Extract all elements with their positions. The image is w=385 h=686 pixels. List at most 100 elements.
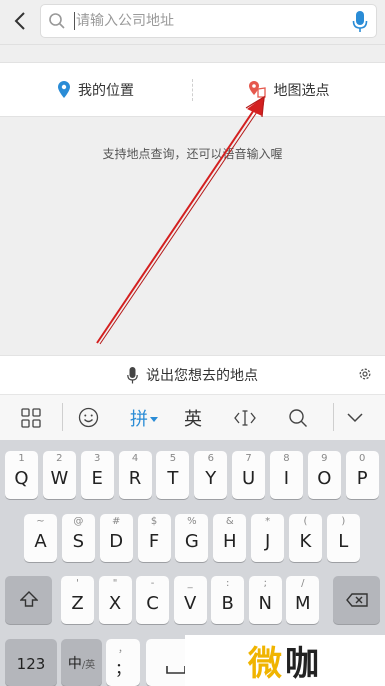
key-label: Z [71,593,84,614]
key-label: O [317,468,332,489]
settings-gear-icon[interactable] [358,367,372,381]
key-u[interactable]: 7U [232,451,266,499]
key-y[interactable]: 6Y [194,451,228,499]
search-icon [49,13,65,29]
divider [62,403,63,431]
my-location-button[interactable]: 我的位置 [0,63,192,116]
key-z[interactable]: ' Z [61,576,94,624]
key-l[interactable]: ) L [326,514,360,562]
key-sub-label: ; [263,578,267,589]
key-label: L [338,531,349,552]
voice-prompt: 说出您想去的地点 [146,368,258,384]
english-mode-button[interactable]: 英 [176,395,210,440]
watermark-logo: 微咖 [185,635,385,686]
key-sub-label: 4 [131,453,139,464]
map-pick-button[interactable]: 地图选点 [193,63,385,116]
key-label: M [295,593,311,614]
key-sub-label: - [150,578,155,589]
divider [333,403,334,431]
key-sub-label: : [226,578,230,589]
key-sub-label: ' [76,578,79,589]
search-input[interactable]: 请输入公司地址 [40,4,377,38]
key-r[interactable]: 4R [118,451,152,499]
key-s[interactable]: @ S [61,514,95,562]
key-h[interactable]: & H [213,514,247,562]
number-mode-key[interactable]: 123 [5,639,57,686]
pinyin-mode-button[interactable]: 拼 [122,395,166,440]
key-label: J [264,531,271,552]
key-label: K [299,531,312,552]
key-label: P [356,468,368,489]
key-sub-label: ( [303,516,308,527]
key-sub-label: 5 [169,453,177,464]
keyboard-toolbar: 拼 英 [0,394,385,440]
shift-arrow-icon [18,591,39,607]
grid-menu-button[interactable] [12,395,50,440]
key-sub-label: 7 [245,453,252,464]
key-label: A [34,531,47,552]
key-t[interactable]: 5T [156,451,190,499]
hide-keyboard-button[interactable] [340,395,370,440]
language-switch-key[interactable]: 中/英 [61,639,102,686]
key-i[interactable]: 8I [269,451,303,499]
key-label: N [258,593,272,614]
key-e[interactable]: 3E [80,451,114,499]
key-sub-label: " [112,578,118,589]
key-label: X [108,593,122,614]
lang-sub-label: /英 [81,660,96,671]
key-label: Q [14,468,29,489]
key-sub-label: * [265,516,271,527]
key-label: F [148,531,160,552]
key-sub-label: 3 [94,453,101,464]
search-button[interactable] [280,395,316,440]
key-label: G [184,531,199,552]
key-q[interactable]: 1Q [5,451,38,499]
key-n[interactable]: ; N [248,576,282,624]
cursor-edit-icon [234,409,256,426]
key-g[interactable]: % G [175,514,209,562]
key-p[interactable]: 0P [345,451,379,499]
key-sub-label: 2 [56,453,63,464]
key-f[interactable]: $ F [137,514,171,562]
key-label: E [91,468,103,489]
key-x[interactable]: " X [98,576,132,624]
microphone-icon[interactable] [352,10,368,34]
key-d[interactable]: # D [99,514,133,562]
punctuation-key[interactable]: ， ； [106,639,140,686]
back-arrow-icon[interactable] [8,8,34,34]
key-label: I [283,468,290,489]
watermark-char-1: 微 [248,644,285,684]
key-label: D [109,531,124,552]
location-pin-icon [58,81,70,98]
cursor-edit-button[interactable] [226,395,264,440]
key-a[interactable]: ~ A [24,514,57,562]
location-options-bar: 我的位置 地图选点 [0,62,385,117]
number-mode-label: 123 [16,655,46,673]
emoji-button[interactable] [70,395,106,440]
shift-key[interactable] [5,576,52,624]
key-m[interactable]: / M [286,576,320,624]
key-sub-label: # [111,516,121,527]
key-sub-label: 8 [283,453,290,464]
emoji-icon [78,407,98,428]
key-label: U [242,468,256,489]
key-b[interactable]: :B [211,576,245,624]
key-k[interactable]: (K [288,514,322,562]
key-j[interactable]: * J [251,514,285,562]
key-label: Y [205,468,217,489]
key-v[interactable]: _ V [173,576,207,624]
punctuation-label: ； [114,659,131,678]
voice-input-bar[interactable]: 说出您想去的地点 [0,355,385,394]
key-w[interactable]: 2W [42,451,76,499]
key-sub-label: $ [150,516,158,527]
annotation-arrow [96,95,265,345]
key-sub-label: 1 [18,453,25,464]
key-label: C [146,593,159,614]
my-location-label: 我的位置 [78,82,134,99]
grid-icon [21,407,41,428]
space-icon [166,666,186,674]
key-c[interactable]: -C [136,576,170,624]
key-o[interactable]: 9O [307,451,341,499]
backspace-key[interactable] [333,576,380,624]
key-sub-label: / [301,578,305,589]
